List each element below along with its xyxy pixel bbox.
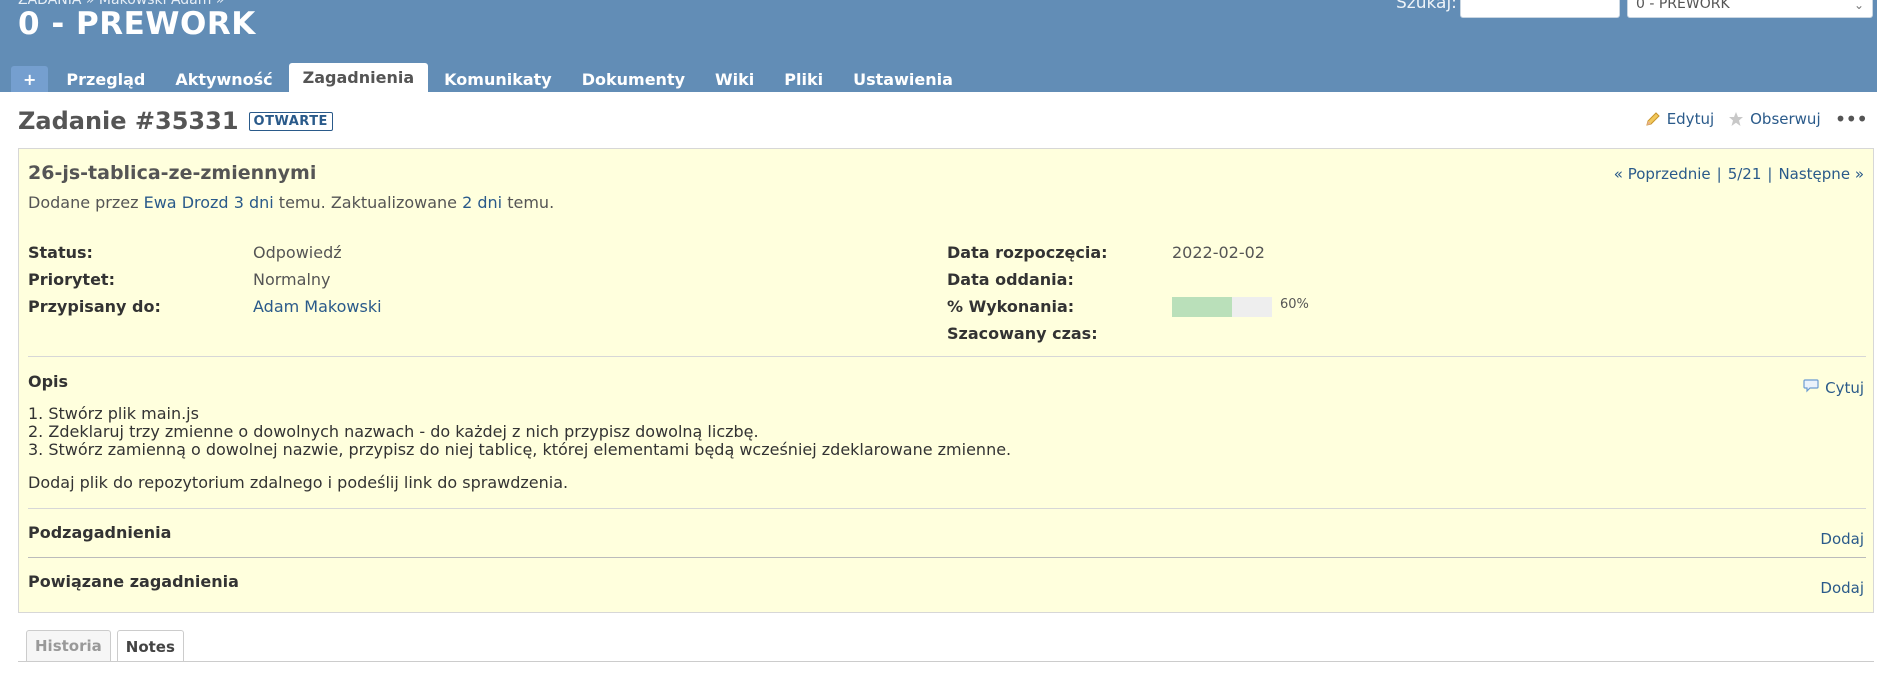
tab-notes[interactable]: Notes bbox=[116, 630, 184, 662]
issue-heading-row: Zadanie #35331 OTWARTE bbox=[18, 107, 333, 135]
issue-subject: 26-js-tablica-ze-zmiennymi bbox=[28, 162, 317, 184]
issue-author-line: Dodane przez Ewa Drozd 3 dni temu. Zaktu… bbox=[28, 193, 554, 212]
nav-separator: | bbox=[1716, 165, 1722, 183]
chevron-down-icon: ⌄ bbox=[1853, 0, 1864, 12]
tab-issues[interactable]: Zagadnienia bbox=[288, 63, 429, 92]
quote-label: Cytuj bbox=[1825, 378, 1864, 397]
more-actions-icon[interactable]: ••• bbox=[1835, 109, 1868, 129]
tab-news[interactable]: Komunikaty bbox=[430, 66, 566, 92]
author-prefix: Dodane przez bbox=[28, 193, 139, 212]
attr-label: Priorytet: bbox=[28, 270, 115, 289]
add-relation-link[interactable]: Dodaj bbox=[1820, 579, 1864, 597]
previous-issue-link[interactable]: « Poprzednie bbox=[1614, 165, 1711, 183]
history-tabs: Historia Notes bbox=[26, 630, 184, 662]
quote-link[interactable]: Cytuj bbox=[1803, 378, 1864, 397]
attr-label: Data oddania: bbox=[947, 270, 1074, 289]
progress-percent: 60% bbox=[1280, 297, 1309, 312]
issue-details: 26-js-tablica-ze-zmiennymi « Poprzednie |… bbox=[18, 148, 1874, 613]
attr-label: Status: bbox=[28, 243, 93, 262]
issue-position-link[interactable]: 5/21 bbox=[1728, 165, 1762, 183]
attr-value: Odpowiedź bbox=[253, 243, 342, 262]
progress-fill bbox=[1172, 296, 1232, 317]
attr-label: Data rozpoczęcia: bbox=[947, 243, 1108, 262]
tab-activity[interactable]: Aktywność bbox=[161, 66, 286, 92]
attr-label: % Wykonania: bbox=[947, 297, 1075, 316]
next-issue-link[interactable]: Następne » bbox=[1778, 165, 1864, 183]
description-body: 1. Stwórz plik main.js 2. Zdeklaruj trzy… bbox=[28, 405, 1011, 492]
star-icon bbox=[1728, 111, 1744, 127]
divider bbox=[28, 557, 1866, 558]
description-line: 3. Stwórz zamienną o dowolnej nazwie, pr… bbox=[28, 440, 1012, 459]
comment-icon bbox=[1803, 378, 1819, 397]
contextual-actions: Edytuj Obserwuj ••• bbox=[1645, 109, 1868, 129]
description-line: 1. Stwórz plik main.js bbox=[28, 404, 199, 423]
add-subtask-link[interactable]: Dodaj bbox=[1820, 530, 1864, 548]
watch-label: Obserwuj bbox=[1750, 110, 1821, 128]
main-menu: + Przegląd Aktywność Zagadnienia Komunik… bbox=[11, 63, 967, 92]
edit-label: Edytuj bbox=[1666, 110, 1715, 128]
search-label: Szukaj: bbox=[1396, 0, 1457, 13]
attr-done-ratio: % Wykonania: 60% bbox=[947, 293, 1309, 320]
attr-due-date: Data oddania: bbox=[947, 266, 1309, 293]
progress: 60% bbox=[1172, 296, 1309, 317]
tab-wiki[interactable]: Wiki bbox=[701, 66, 768, 92]
author-suffix: temu. bbox=[507, 193, 555, 212]
attributes-right: Data rozpoczęcia: 2022-02-02 Data oddani… bbox=[947, 239, 1309, 347]
attr-label: Szacowany czas: bbox=[947, 324, 1098, 343]
attr-estimated-time: Szacowany czas: bbox=[947, 320, 1309, 347]
divider bbox=[28, 508, 1866, 509]
updated-ago-link[interactable]: 2 dni bbox=[462, 193, 502, 212]
issue-navigation: « Poprzednie | 5/21 | Następne » bbox=[1614, 165, 1864, 183]
edit-link[interactable]: Edytuj bbox=[1645, 110, 1714, 128]
issue-heading: Zadanie #35331 bbox=[18, 107, 239, 135]
attr-start-date: Data rozpoczęcia: 2022-02-02 bbox=[947, 239, 1309, 266]
tab-files[interactable]: Pliki bbox=[770, 66, 837, 92]
top-header: ZADANIA » Makowski Adam » 0 - PREWORK Sz… bbox=[0, 0, 1877, 92]
tabs-baseline bbox=[18, 661, 1874, 662]
created-ago-link[interactable]: 3 dni bbox=[234, 193, 274, 212]
search-input[interactable] bbox=[1460, 0, 1620, 18]
progress-bar bbox=[1172, 296, 1272, 317]
tab-history[interactable]: Historia bbox=[26, 630, 111, 661]
attr-priority: Priorytet: Normalny bbox=[28, 266, 382, 293]
author-mid: temu. Zaktualizowane bbox=[278, 193, 458, 212]
subtasks-title: Podzagadnienia bbox=[28, 523, 172, 542]
attr-status: Status: Odpowiedź bbox=[28, 239, 382, 266]
project-jump-select[interactable]: 0 - PREWORK ⌄ bbox=[1627, 0, 1873, 18]
project-title: 0 - PREWORK bbox=[18, 6, 256, 42]
relations-title: Powiązane zagadnienia bbox=[28, 572, 239, 591]
attr-label: Przypisany do: bbox=[28, 297, 161, 316]
author-link[interactable]: Ewa Drozd bbox=[144, 193, 229, 212]
attr-value: Normalny bbox=[253, 270, 331, 289]
description-list: 1. Stwórz plik main.js 2. Zdeklaruj trzy… bbox=[28, 405, 1011, 459]
tab-documents[interactable]: Dokumenty bbox=[568, 66, 699, 92]
assignee-link[interactable]: Adam Makowski bbox=[253, 297, 382, 316]
description-title: Opis bbox=[28, 372, 69, 391]
new-object-button[interactable]: + bbox=[11, 66, 49, 92]
attr-assignee: Przypisany do: Adam Makowski bbox=[28, 293, 382, 320]
nav-separator: | bbox=[1767, 165, 1773, 183]
divider bbox=[28, 356, 1866, 357]
description-footer: Dodaj plik do repozytorium zdalnego i po… bbox=[28, 473, 569, 492]
status-badge: OTWARTE bbox=[248, 111, 333, 131]
tab-settings[interactable]: Ustawienia bbox=[839, 66, 967, 92]
tab-overview[interactable]: Przegląd bbox=[52, 66, 159, 92]
attributes-left: Status: Odpowiedź Priorytet: Normalny Pr… bbox=[28, 239, 382, 320]
description-line: 2. Zdeklaruj trzy zmienne o dowolnych na… bbox=[28, 422, 759, 441]
project-select-value: 0 - PREWORK bbox=[1636, 0, 1730, 12]
pencil-icon bbox=[1645, 111, 1661, 127]
watch-link[interactable]: Obserwuj bbox=[1728, 110, 1821, 128]
attr-value: 2022-02-02 bbox=[1172, 243, 1265, 262]
